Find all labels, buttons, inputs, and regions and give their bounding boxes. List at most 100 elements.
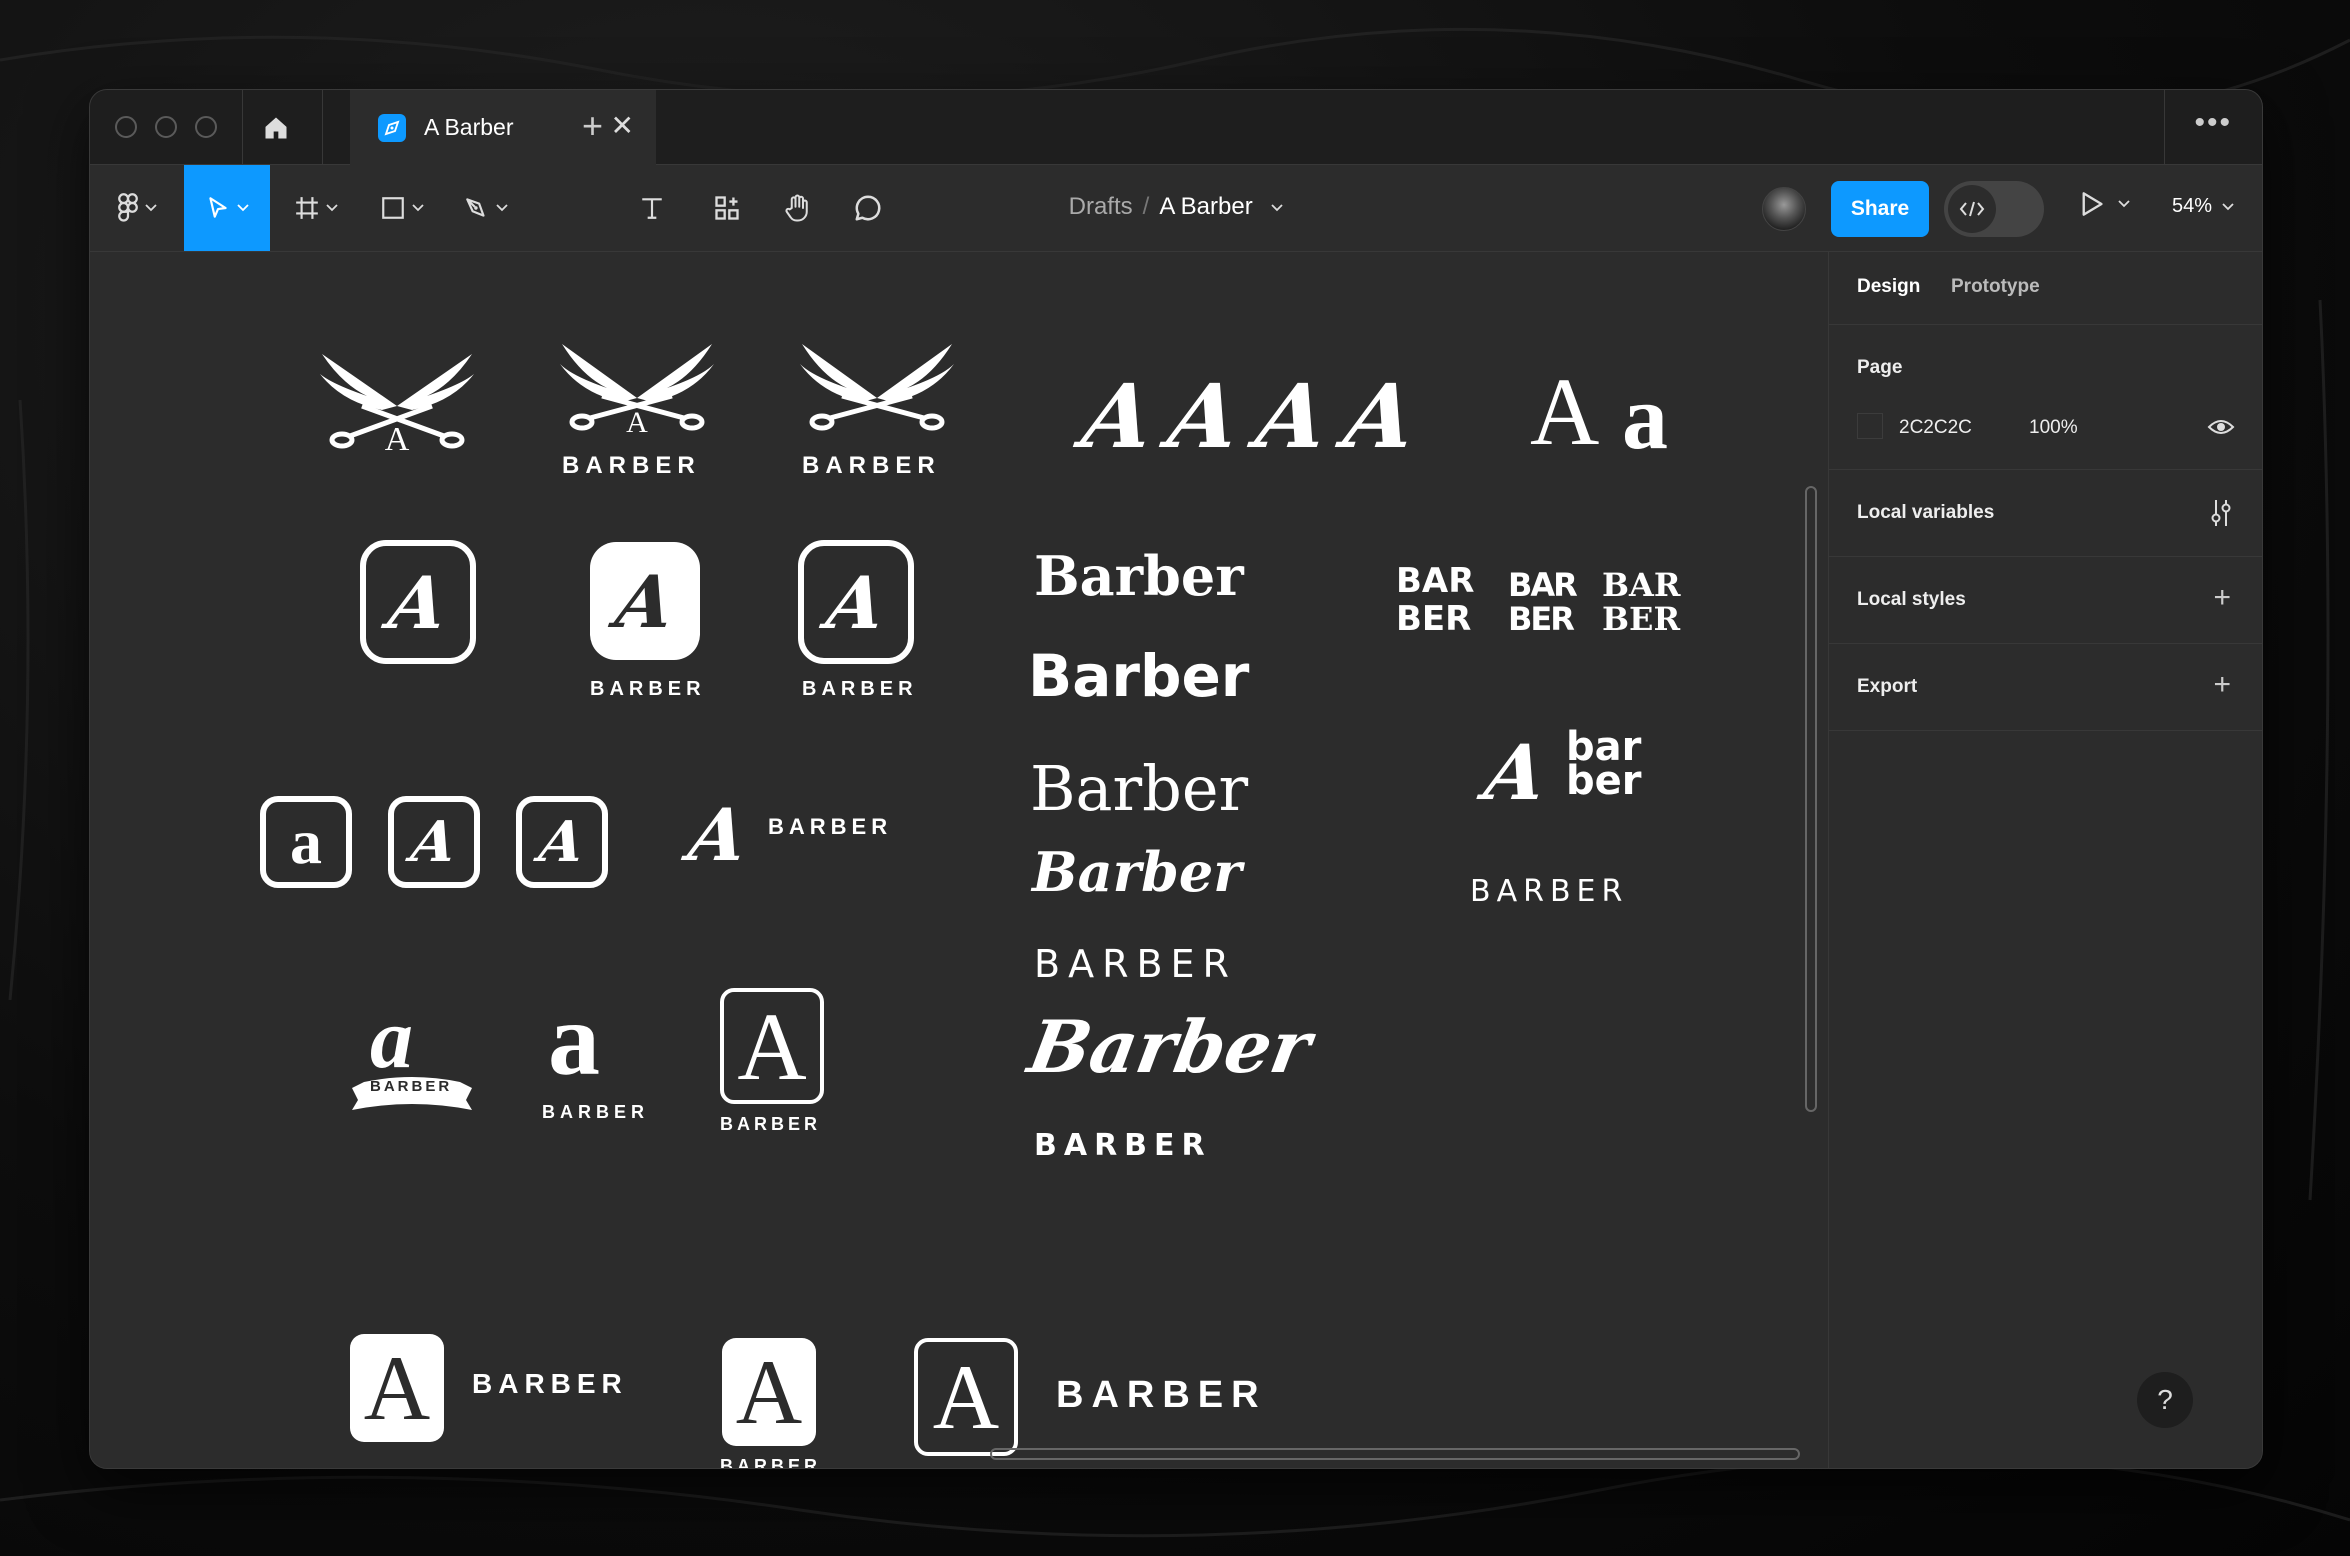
stacked-wordmark: BAR BER — [1508, 566, 1578, 636]
section-title: Page — [1857, 357, 1903, 378]
lockup-glyph: A — [684, 792, 752, 877]
small-icon-outline[interactable]: a — [260, 796, 352, 888]
breadcrumb-drafts-link[interactable]: Drafts — [1069, 193, 1133, 220]
badge-label: BARBER — [720, 1456, 822, 1468]
divider — [242, 90, 243, 164]
badge-label: BARBER — [542, 1102, 650, 1122]
badge-glyph: a — [370, 990, 413, 1086]
title-bar: A Barber ✕ + ••• — [90, 90, 2262, 165]
logo-wordmark: BARBER — [802, 678, 918, 700]
dev-mode-toggle[interactable] — [1944, 181, 2044, 237]
help-button[interactable]: ? — [2137, 1372, 2193, 1428]
properties-panel: Design Prototype Page 2C2C2C 100% Local … — [1828, 252, 2262, 1468]
wordmark-sans: Barber — [1028, 642, 1250, 710]
icon-glyph: A — [535, 809, 589, 875]
local-variables-section[interactable]: Local variables — [1829, 470, 2262, 557]
figma-window: A Barber ✕ + ••• Drafts / A Barber Share… — [89, 89, 2263, 1469]
stacked-wordmark: BAR BER — [1396, 562, 1474, 638]
zoom-level: 54% — [2172, 195, 2213, 217]
avatar[interactable] — [1762, 187, 1806, 231]
new-tab-button[interactable]: + — [582, 106, 603, 146]
serif-icon-outline[interactable]: A — [720, 988, 824, 1104]
horizontal-scrollbar[interactable] — [990, 1448, 1800, 1460]
maximize-window-button[interactable] — [195, 116, 217, 138]
vertical-scrollbar[interactable] — [1805, 486, 1817, 1112]
wordmark-caps: BARBER — [1470, 874, 1629, 909]
wordmark-blackletter: Barber — [1034, 544, 1244, 608]
app-icon-outline[interactable]: A — [360, 540, 476, 664]
tab-title: A Barber — [424, 114, 514, 140]
sliders-icon[interactable] — [2209, 498, 2233, 528]
tab-design[interactable]: Design — [1857, 276, 1920, 298]
icon-glyph: A — [932, 1346, 1000, 1448]
serif-a-lower: a — [1622, 366, 1668, 468]
blackletter-a: A — [1076, 364, 1160, 468]
small-icon-outline[interactable]: A — [388, 796, 480, 888]
winged-scissors-logo[interactable]: A — [552, 336, 722, 436]
blackletter-a: A — [1250, 364, 1334, 468]
wordmark-caps: BARBER — [1034, 1128, 1212, 1163]
ribbon-label: BARBER — [370, 1078, 453, 1095]
file-name-menu[interactable]: A Barber — [1159, 193, 1252, 220]
logo-letter: A — [385, 421, 410, 454]
home-icon — [265, 117, 287, 139]
icon-glyph: a — [290, 806, 322, 877]
lockup-text: bar ber — [1566, 727, 1642, 804]
logo-wordmark: BARBER — [590, 678, 706, 700]
breadcrumb-separator: / — [1142, 193, 1150, 220]
serif-icon-filled[interactable]: A — [350, 1334, 444, 1442]
breadcrumb: Drafts / A Barber — [90, 193, 2262, 221]
export-section[interactable]: Export + — [1829, 644, 2262, 731]
present-button[interactable] — [2080, 191, 2130, 217]
home-button[interactable] — [248, 108, 304, 148]
lockup-word: BARBER — [768, 814, 893, 839]
chevron-down-icon — [1271, 204, 1284, 211]
stack-line: BAR — [1396, 561, 1475, 601]
close-window-button[interactable] — [115, 116, 137, 138]
code-icon — [1948, 185, 1996, 233]
small-icon-outline[interactable]: A — [516, 796, 608, 888]
app-icon-outline[interactable]: A — [798, 540, 914, 664]
share-button[interactable]: Share — [1831, 181, 1929, 237]
blackletter-a: A — [1338, 364, 1422, 468]
tab-prototype[interactable]: Prototype — [1951, 276, 2040, 298]
icon-glyph: A — [737, 992, 807, 1100]
wordmark-caps: BARBER — [1034, 942, 1237, 986]
page-opacity[interactable]: 100% — [2029, 417, 2078, 439]
section-title: Local variables — [1857, 502, 1995, 523]
design-canvas[interactable]: A A BARBER BARBER A A A A A a A A BARBER… — [90, 252, 1827, 1468]
eye-icon[interactable] — [2207, 417, 2235, 437]
zoom-menu[interactable]: 54% — [2172, 195, 2234, 218]
icon-glyph: A — [611, 558, 679, 644]
file-tab[interactable]: A Barber ✕ — [350, 90, 656, 165]
winged-scissors-logo[interactable]: A — [312, 344, 482, 454]
badge-glyph: a — [548, 982, 600, 1097]
page-color-hex[interactable]: 2C2C2C — [1899, 417, 1972, 439]
icon-glyph: A — [407, 809, 461, 875]
stacked-wordmark: BAR BER — [1602, 568, 1680, 636]
panel-tabs: Design Prototype — [1829, 252, 2262, 325]
close-tab-icon[interactable]: ✕ — [611, 112, 634, 140]
serif-icon-outline[interactable]: A — [914, 1338, 1018, 1456]
add-style-icon[interactable]: + — [2213, 583, 2231, 613]
lockup-line: ber — [1566, 758, 1642, 804]
add-export-icon[interactable]: + — [2213, 670, 2231, 700]
design-file-icon — [378, 113, 406, 142]
page-section: Page 2C2C2C 100% — [1829, 325, 2262, 470]
serif-a-upper: A — [1530, 358, 1600, 465]
page-color-swatch[interactable] — [1857, 413, 1883, 439]
stack-line: BAR — [1508, 566, 1578, 604]
lockup-glyph: A — [1479, 728, 1552, 817]
logo-wordmark: BARBER — [562, 452, 701, 479]
app-icon-filled[interactable]: A — [590, 542, 700, 660]
logo-letter: A — [626, 406, 648, 436]
wordmark-bold-italic: Barber — [1032, 840, 1242, 904]
more-options-button[interactable]: ••• — [2194, 106, 2232, 140]
minimize-window-button[interactable] — [155, 116, 177, 138]
winged-scissors-logo[interactable] — [792, 336, 962, 436]
local-styles-section[interactable]: Local styles + — [1829, 557, 2262, 644]
stack-line: BER — [1396, 599, 1472, 639]
serif-icon-filled[interactable]: A — [722, 1338, 816, 1446]
blackletter-a: A — [1162, 364, 1246, 468]
lockup-word: BARBER — [1056, 1374, 1267, 1416]
